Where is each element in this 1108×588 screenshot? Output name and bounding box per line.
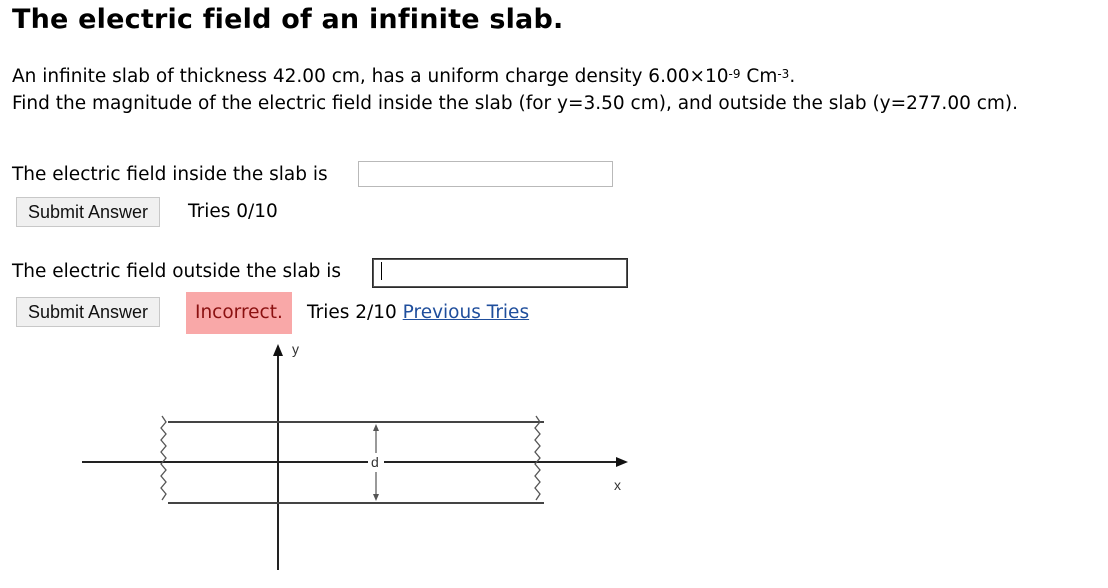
problem-line-1-end: . — [789, 66, 796, 87]
x-axis-arrow-icon — [616, 457, 628, 467]
submit-answer-button-2[interactable]: Submit Answer — [16, 297, 161, 327]
text-caret — [381, 262, 382, 280]
problem-line-1: An infinite slab of thickness 42.00 cm, … — [12, 64, 1018, 91]
unit-exponent: -3 — [777, 67, 790, 81]
thickness-label: d — [371, 454, 379, 470]
y-axis-label: y — [292, 341, 299, 357]
x-axis-label: x — [614, 477, 621, 493]
y-axis-arrow-icon — [273, 344, 283, 356]
outside-field-label: The electric field outside the slab is — [12, 261, 342, 282]
inside-field-input[interactable] — [358, 161, 613, 187]
thickness-arrow-down-icon — [373, 494, 379, 501]
tries-counter-2: Tries 2/10 Previous Tries — [307, 302, 529, 323]
outside-field-input[interactable] — [372, 258, 628, 288]
problem-statement: An infinite slab of thickness 42.00 cm, … — [12, 64, 1018, 117]
tries-text-2: Tries 2/10 — [307, 302, 397, 323]
problem-line-1-text: An infinite slab of thickness 42.00 cm, … — [12, 66, 729, 87]
slab-diagram: y x d — [82, 341, 628, 570]
left-break-mark — [160, 415, 167, 501]
previous-tries-link[interactable]: Previous Tries — [403, 302, 529, 323]
submit-answer-button-1[interactable]: Submit Answer — [16, 197, 161, 227]
incorrect-status-badge: Incorrect. — [186, 292, 292, 334]
tries-counter-1: Tries 0/10 — [188, 201, 278, 222]
right-break-mark — [534, 415, 541, 501]
density-exponent: -9 — [728, 67, 741, 81]
density-unit: Cm — [740, 66, 778, 87]
inside-field-label: The electric field inside the slab is — [12, 164, 328, 185]
page: The electric field of an infinite slab. … — [0, 0, 1108, 588]
problem-line-2: Find the magnitude of the electric field… — [12, 93, 1019, 114]
thickness-arrow-up-icon — [373, 424, 379, 431]
page-title: The electric field of an infinite slab. — [12, 4, 564, 35]
